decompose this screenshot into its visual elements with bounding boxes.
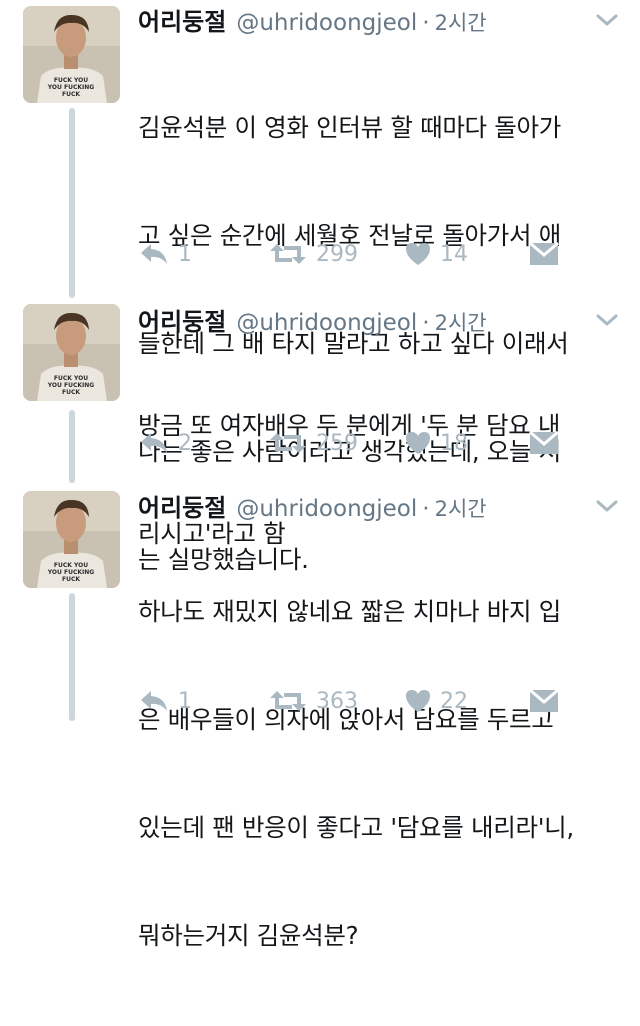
like-count: 14 [440, 241, 468, 267]
user-handle[interactable]: @uhridoongjeol [236, 10, 417, 36]
tweet-text-line: 김윤석분 이 영화 인터뷰 할 때마다 돌아가 [138, 113, 562, 142]
envelope-icon [529, 241, 559, 265]
heart-icon [406, 243, 430, 265]
tweet-text-line: 있는데 팬 반응이 좋다고 '담요를 내리라'니, [138, 813, 574, 842]
reply-count: 2 [178, 430, 192, 456]
tweet-text: 하나도 재밌지 않네요 짧은 치마나 바지 입 은 배우들이 의자에 앉아서 담… [138, 522, 628, 1026]
avatar[interactable]: FUCK YOU YOU FUCKING FUCK [23, 491, 120, 588]
reply-icon [141, 691, 167, 711]
chevron-down-icon[interactable] [594, 497, 620, 515]
user-handle[interactable]: @uhridoongjeol [236, 310, 417, 336]
display-name[interactable]: 어리둥절 [138, 488, 226, 523]
svg-text:FUCK YOU: FUCK YOU [54, 77, 88, 84]
retweet-button[interactable]: 363 [268, 685, 358, 717]
retweet-button[interactable]: 259 [268, 427, 358, 459]
timestamp[interactable]: 2시간 [435, 7, 487, 37]
display-name[interactable]: 어리둥절 [138, 302, 226, 337]
retweet-button[interactable]: 299 [268, 238, 358, 270]
tweet-actions: 1 363 22 [138, 685, 618, 717]
svg-text:YOU FUCKING: YOU FUCKING [47, 569, 94, 576]
reply-button[interactable]: 1 [138, 685, 192, 717]
avatar-image: FUCK YOU YOU FUCKING FUCK [23, 6, 120, 103]
reply-icon [141, 244, 167, 264]
envelope-icon [529, 430, 559, 454]
timestamp[interactable]: 2시간 [435, 307, 487, 337]
display-name[interactable]: 어리둥절 [138, 2, 226, 37]
reply-icon [141, 433, 167, 453]
tweet-text-line: 뭐하는거지 김윤석분? [138, 921, 359, 950]
tweet-thread: FUCK YOU YOU FUCKING FUCK 어리둥절 @uhridoon… [0, 0, 640, 950]
direct-message-button[interactable] [528, 685, 560, 717]
svg-text:FUCK YOU: FUCK YOU [54, 375, 88, 382]
retweet-icon [270, 691, 306, 711]
tweet-actions: 2 259 18 [138, 427, 618, 459]
svg-text:FUCK: FUCK [62, 91, 80, 98]
retweet-count: 259 [316, 430, 358, 456]
like-count: 22 [440, 688, 468, 714]
direct-message-button[interactable] [528, 427, 560, 459]
direct-message-button[interactable] [528, 238, 560, 270]
like-button[interactable]: 18 [404, 427, 468, 459]
tweet[interactable]: FUCK YOU YOU FUCKING FUCK 어리둥절 @uhridoon… [0, 300, 640, 548]
avatar[interactable]: FUCK YOU YOU FUCKING FUCK [23, 304, 120, 401]
separator: · [422, 496, 430, 522]
avatar-image: FUCK YOU YOU FUCKING FUCK [23, 491, 120, 588]
tweet-header: 어리둥절 @uhridoongjeol · 2시간 [138, 2, 487, 42]
separator: · [422, 310, 430, 336]
timestamp[interactable]: 2시간 [435, 493, 487, 523]
svg-text:FUCK YOU: FUCK YOU [54, 562, 88, 569]
chevron-down-icon[interactable] [594, 11, 620, 29]
retweet-icon [270, 244, 306, 264]
avatar[interactable]: FUCK YOU YOU FUCKING FUCK [23, 6, 120, 103]
avatar-image: FUCK YOU YOU FUCKING FUCK [23, 304, 120, 401]
heart-icon [406, 432, 430, 454]
svg-text:FUCK: FUCK [62, 576, 80, 583]
reply-button[interactable]: 1 [138, 238, 192, 270]
reply-count: 1 [178, 688, 192, 714]
heart-icon [406, 690, 430, 712]
svg-text:YOU FUCKING: YOU FUCKING [47, 382, 94, 389]
like-count: 18 [440, 430, 468, 456]
reply-count: 1 [178, 241, 192, 267]
retweet-count: 363 [316, 688, 358, 714]
tweet[interactable]: FUCK YOU YOU FUCKING FUCK 어리둥절 @uhridoon… [0, 488, 640, 950]
retweet-icon [270, 433, 306, 453]
envelope-icon [529, 688, 559, 712]
retweet-count: 299 [316, 241, 358, 267]
like-button[interactable]: 22 [404, 685, 468, 717]
separator: · [422, 10, 430, 36]
tweet-actions: 1 299 14 [138, 238, 618, 270]
user-handle[interactable]: @uhridoongjeol [236, 496, 417, 522]
tweet[interactable]: FUCK YOU YOU FUCKING FUCK 어리둥절 @uhridoon… [0, 0, 640, 574]
reply-button[interactable]: 2 [138, 427, 192, 459]
like-button[interactable]: 14 [404, 238, 468, 270]
tweet-text-line: 하나도 재밌지 않네요 짧은 치마나 바지 입 [138, 597, 562, 626]
chevron-down-icon[interactable] [594, 311, 620, 329]
svg-text:FUCK: FUCK [62, 389, 80, 396]
svg-text:YOU FUCKING: YOU FUCKING [47, 84, 94, 91]
